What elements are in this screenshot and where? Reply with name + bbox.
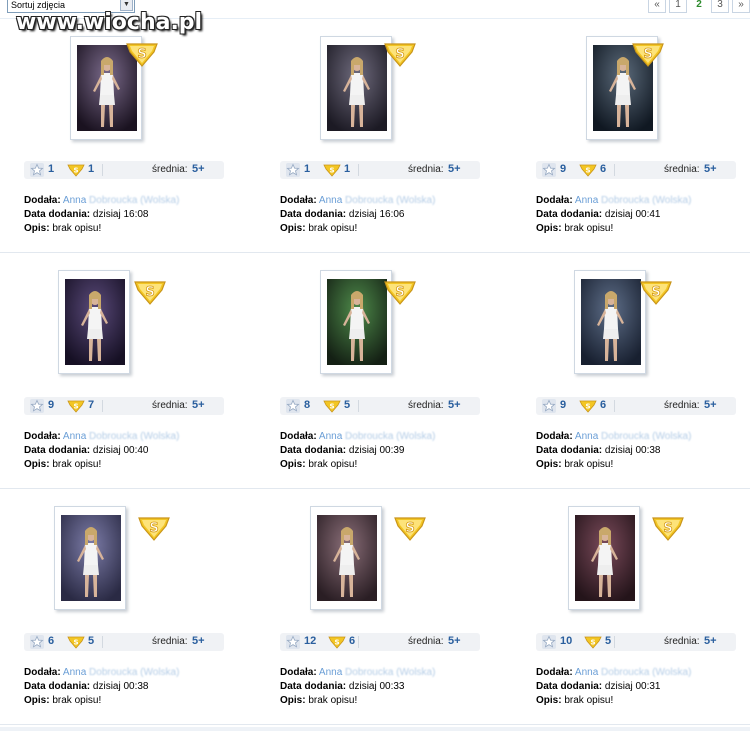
average-label: średnia: — [664, 164, 700, 175]
super-badge-icon: S — [640, 281, 672, 305]
sort-dropdown-label: Sortuj zdjęcia — [11, 0, 66, 10]
supers-count: 6 — [600, 399, 607, 411]
average-value: 5+ — [704, 399, 717, 411]
author-row: Dodała: Anna Dobroucka (Wolska) — [536, 430, 750, 444]
super-icon[interactable]: S — [579, 163, 597, 177]
votes-count: 10 — [560, 635, 573, 647]
author-link[interactable]: Anna — [575, 431, 598, 442]
page-link-3[interactable]: 3 — [711, 0, 729, 13]
author-surname[interactable]: Dobroucka (Wolska) — [601, 667, 691, 678]
pagination-next-button[interactable]: » — [732, 0, 750, 13]
description-value: brak opisu! — [564, 459, 614, 470]
supers-count: 6 — [600, 163, 607, 175]
photo-details: Dodała: Anna Dobroucka (Wolska) Data dod… — [536, 666, 750, 708]
author-label: Dodała: — [536, 431, 573, 442]
star-icon[interactable] — [542, 635, 556, 649]
rating-bar: 9 S 6 średnia: 5+ — [536, 397, 736, 415]
rating-divider — [614, 636, 615, 648]
description-value: brak opisu! — [564, 223, 614, 234]
super-badge-icon: S — [652, 517, 684, 541]
svg-text:S: S — [663, 521, 672, 536]
average-label: średnia: — [664, 636, 700, 647]
votes-count: 9 — [560, 399, 567, 411]
author-row: Dodała: Anna Dobroucka (Wolska) — [536, 666, 750, 680]
date-value: dzisiaj 00:38 — [604, 445, 661, 456]
author-link[interactable]: Anna — [575, 667, 598, 678]
page-link-2-current: 2 — [690, 0, 708, 13]
photo-thumbnail[interactable] — [581, 279, 641, 365]
date-row: Data dodania: dzisiaj 00:31 — [536, 680, 750, 694]
photo-details: Dodała: Anna Dobroucka (Wolska) Data dod… — [536, 430, 750, 472]
date-value: dzisiaj 00:31 — [604, 681, 661, 692]
description-value: brak opisu! — [564, 695, 614, 706]
svg-text:S: S — [651, 285, 660, 300]
average-value: 5+ — [704, 635, 717, 647]
date-row: Data dodania: dzisiaj 00:38 — [536, 444, 750, 458]
super-icon[interactable]: S — [579, 399, 597, 413]
svg-text:S: S — [585, 167, 590, 175]
gallery-row: S 6 S 5 średnia: 5+ Dodała: Anna Dobrouc… — [0, 490, 750, 725]
date-row: Data dodania: dzisiaj 00:41 — [536, 208, 750, 222]
rating-divider — [614, 400, 615, 412]
pagination-first-button[interactable]: « — [648, 0, 666, 13]
rating-bar: 9 S 6 średnia: 5+ — [536, 161, 736, 179]
rating-divider — [614, 164, 615, 176]
supers-count: 5 — [605, 635, 612, 647]
description-label: Opis: — [536, 459, 562, 470]
description-label: Opis: — [536, 223, 562, 234]
description-row: Opis: brak opisu! — [536, 222, 750, 236]
photo-thumbnail[interactable] — [575, 515, 635, 601]
photo-thumbnail-frame[interactable] — [568, 506, 640, 610]
author-label: Dodała: — [536, 195, 573, 206]
description-label: Opis: — [536, 695, 562, 706]
author-row: Dodała: Anna Dobroucka (Wolska) — [536, 194, 750, 208]
svg-text:S: S — [643, 47, 652, 62]
gallery-item: S 9 S 6 średnia: 5+ Dodała: Anna Dobrouc… — [0, 254, 750, 488]
date-value: dzisiaj 00:41 — [604, 209, 661, 220]
super-badge-icon: S — [632, 43, 664, 67]
gallery-item: S 9 S 6 średnia: 5+ Dodała: Anna Dobrouc… — [0, 18, 750, 252]
star-icon[interactable] — [542, 399, 556, 413]
rating-bar: 10 S 5 średnia: 5+ — [536, 633, 736, 651]
description-row: Opis: brak opisu! — [536, 458, 750, 472]
date-label: Data dodania: — [536, 445, 603, 456]
author-label: Dodała: — [536, 667, 573, 678]
photo-thumbnail-frame[interactable] — [574, 270, 646, 374]
photo-details: Dodała: Anna Dobroucka (Wolska) Data dod… — [536, 194, 750, 236]
average-label: średnia: — [664, 400, 700, 411]
gallery-row: S 1 S 1 średnia: 5+ Dodała: Anna Dobrouc… — [0, 18, 750, 253]
votes-count: 9 — [560, 163, 567, 175]
average-value: 5+ — [704, 163, 717, 175]
svg-text:S: S — [590, 639, 595, 647]
date-label: Data dodania: — [536, 681, 603, 692]
description-row: Opis: brak opisu! — [536, 694, 750, 708]
author-surname[interactable]: Dobroucka (Wolska) — [601, 431, 691, 442]
star-icon[interactable] — [542, 163, 556, 177]
author-link[interactable]: Anna — [575, 195, 598, 206]
date-label: Data dodania: — [536, 209, 603, 220]
bottom-divider — [0, 727, 750, 731]
gallery-row: S 9 S 7 średnia: 5+ Dodała: Anna Dobrouc… — [0, 254, 750, 489]
author-surname[interactable]: Dobroucka (Wolska) — [601, 195, 691, 206]
super-icon[interactable]: S — [584, 635, 602, 649]
pagination: « 1 2 3 » — [648, 0, 750, 13]
svg-text:S: S — [585, 403, 590, 411]
page-link-1[interactable]: 1 — [669, 0, 687, 13]
gallery-item: S 10 S 5 średnia: 5+ Dodała: Anna Dobrou… — [0, 490, 750, 724]
